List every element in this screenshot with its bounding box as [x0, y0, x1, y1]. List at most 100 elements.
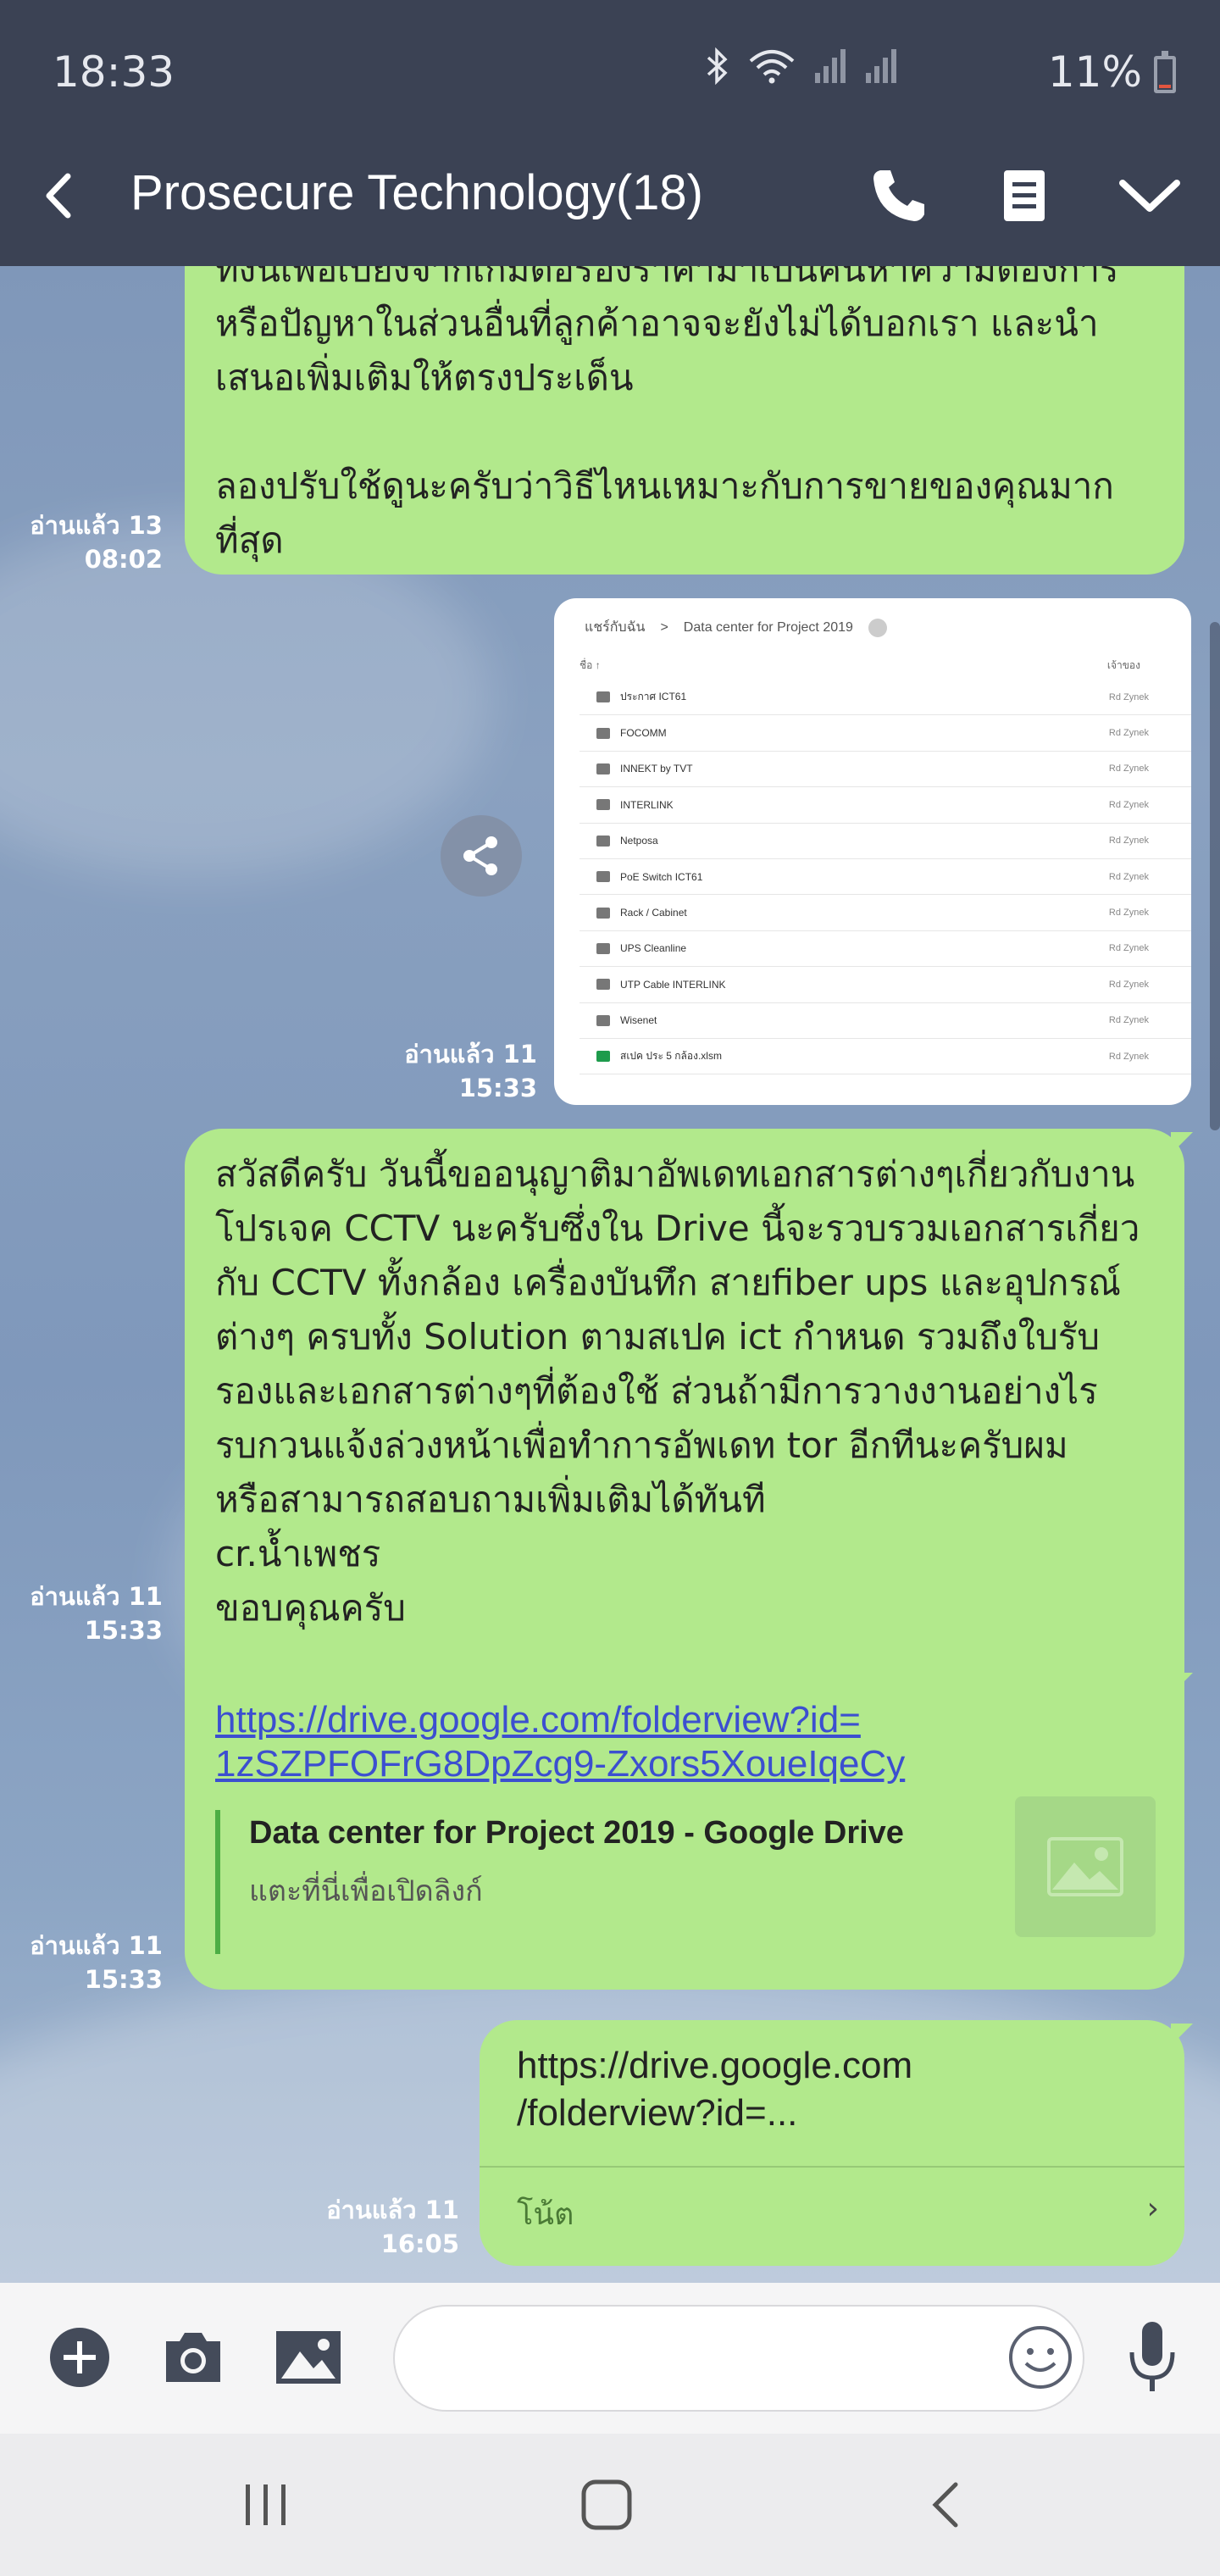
file-owner: Rd Zynek	[1108, 871, 1149, 882]
bluetooth-icon	[705, 47, 730, 88]
folder-icon	[596, 763, 610, 774]
file-name: INNEKT by TVT	[620, 763, 693, 775]
chat-area[interactable]: ทั้งนี้เพื่อเบี่ยงจากเกมต่อรองราคามาเป็น…	[0, 266, 1220, 2283]
drive-file-row: Netposa Rd Zynek	[580, 824, 1191, 859]
file-owner: Rd Zynek	[1108, 691, 1149, 702]
drive-file-row: INNEKT by TVT Rd Zynek	[580, 752, 1191, 788]
folder-icon	[596, 1014, 610, 1026]
message-time: 15:33	[84, 1616, 163, 1645]
chevron-left-icon	[46, 173, 71, 219]
file-name: ประกาศ ICT61	[620, 691, 687, 703]
message-link[interactable]: https://drive.google.com/folderview?id= …	[215, 1698, 905, 1786]
drive-file-row: UPS Cleanline Rd Zynek	[580, 931, 1191, 968]
link-preview[interactable]: Data center for Project 2019 - Google Dr…	[215, 1796, 1156, 1954]
shared-folder-icon	[868, 618, 887, 637]
message-text: สวัสดีครับ วันนี้ขออนุญาติมาอัพเดทเอกสาร…	[215, 1153, 1140, 1629]
file-owner: Rd Zynek	[1108, 979, 1149, 990]
breadcrumb-separator: >	[660, 619, 668, 635]
message-input[interactable]	[429, 2332, 971, 2383]
read-receipt: อ่านแล้ว 11	[404, 1040, 537, 1069]
camera-icon	[166, 2333, 220, 2382]
preview-title: Data center for Project 2019 - Google Dr…	[249, 1815, 904, 1851]
chat-title[interactable]: Prosecure Technology(18)	[130, 164, 703, 221]
gallery-button[interactable]	[268, 2317, 349, 2398]
file-owner: Rd Zynek	[1108, 1051, 1149, 1062]
folder-icon	[596, 835, 610, 847]
share-button[interactable]	[441, 815, 522, 897]
camera-button[interactable]	[152, 2317, 234, 2398]
drive-breadcrumb: แชร์กับฉัน > Data center for Project 201…	[585, 617, 887, 638]
status-bar: 18:33 11%	[0, 0, 1220, 124]
preview-subtitle: แตะที่นี่เพื่อเปิดลิงก์	[249, 1874, 483, 1908]
message-time: 16:05	[380, 2229, 459, 2258]
file-owner: Rd Zynek	[1108, 943, 1149, 954]
preview-thumbnail	[1015, 1796, 1156, 1937]
menu-button[interactable]	[1112, 158, 1188, 234]
message-meta: อ่านแล้ว 11 16:05	[326, 2193, 459, 2261]
folder-icon	[596, 727, 610, 739]
folder-icon	[596, 979, 610, 991]
file-owner: Rd Zynek	[1108, 908, 1149, 919]
emoji-button[interactable]	[1000, 2317, 1081, 2398]
home-icon	[581, 2479, 632, 2530]
status-icons	[705, 47, 898, 88]
folder-icon	[596, 871, 610, 883]
spreadsheet-icon	[596, 1051, 610, 1063]
column-owner: เจ้าของ	[1106, 659, 1140, 671]
file-name: PoE Switch ICT61	[620, 870, 703, 883]
file-owner: Rd Zynek	[1108, 1015, 1149, 1026]
note-label[interactable]: โน้ต	[517, 2190, 574, 2238]
message-time: 15:33	[458, 1074, 537, 1102]
signal-icon-2	[864, 47, 898, 88]
note-divider	[480, 2166, 1184, 2168]
home-button[interactable]	[564, 2471, 649, 2539]
chevron-right-icon[interactable]: ›	[1147, 2191, 1159, 2226]
phone-icon	[873, 170, 924, 221]
note-icon	[1004, 170, 1045, 221]
read-receipt: อ่านแล้ว 13	[30, 511, 163, 540]
message-time: 15:33	[84, 1965, 163, 1994]
recent-apps-icon	[246, 2484, 286, 2525]
drive-file-row: Rack / Cabinet Rd Zynek	[580, 895, 1191, 931]
nav-back-button[interactable]	[903, 2471, 988, 2539]
note-text: https://drive.google.com /folderview?id=…	[517, 2045, 913, 2134]
wifi-icon	[747, 47, 796, 88]
chevron-down-icon	[1119, 180, 1180, 212]
file-name: FOCOMM	[620, 727, 667, 740]
drive-file-row: UTP Cable INTERLINK Rd Zynek	[580, 967, 1191, 1003]
message-bubble[interactable]: https://drive.google.com/folderview?id= …	[185, 1669, 1184, 1990]
chat-header: Prosecure Technology(18)	[0, 124, 1220, 266]
file-name: UPS Cleanline	[620, 942, 687, 955]
image-placeholder-icon	[1047, 1837, 1123, 1896]
file-name: สเปค ประ 5 กล้อง.xlsm	[620, 1050, 722, 1063]
message-meta: อ่านแล้ว 11 15:33	[30, 1929, 163, 1996]
message-field[interactable]	[393, 2305, 1084, 2412]
drive-file-row: ประกาศ ICT61 Rd Zynek	[580, 680, 1191, 716]
file-owner: Rd Zynek	[1108, 763, 1149, 774]
message-meta: อ่านแล้ว 13 08:02	[30, 508, 163, 576]
share-icon	[463, 836, 497, 875]
add-button[interactable]	[39, 2317, 120, 2398]
call-button[interactable]	[861, 158, 937, 234]
breadcrumb-folder: Data center for Project 2019	[683, 619, 853, 635]
image-message[interactable]: แชร์กับฉัน > Data center for Project 201…	[554, 598, 1191, 1105]
file-name: UTP Cable INTERLINK	[620, 978, 726, 991]
mic-button[interactable]	[1112, 2317, 1193, 2398]
drive-file-row: PoE Switch ICT61 Rd Zynek	[580, 859, 1191, 896]
recent-apps-button[interactable]	[224, 2471, 308, 2539]
message-bubble[interactable]: ทั้งนี้เพื่อเบี่ยงจากเกมต่อรองราคามาเป็น…	[185, 266, 1184, 575]
message-text: ทั้งนี้เพื่อเบี่ยงจากเกมต่อรองราคามาเป็น…	[215, 266, 1119, 561]
input-bar	[0, 2283, 1220, 2434]
note-message[interactable]: https://drive.google.com /folderview?id=…	[480, 2020, 1184, 2266]
drive-file-row: สเปค ประ 5 กล้อง.xlsm Rd Zynek	[580, 1039, 1191, 1075]
image-icon	[276, 2331, 341, 2384]
folder-icon	[596, 799, 610, 811]
back-button[interactable]	[34, 166, 85, 225]
column-name: ชื่อ	[580, 659, 593, 671]
scrollbar[interactable]	[1210, 622, 1220, 1130]
breadcrumb-root: แชร์กับฉัน	[585, 620, 646, 635]
mic-icon	[1129, 2322, 1175, 2391]
notes-button[interactable]	[986, 158, 1062, 234]
message-meta: อ่านแล้ว 11 15:33	[30, 1579, 163, 1647]
message-time: 08:02	[84, 545, 163, 574]
